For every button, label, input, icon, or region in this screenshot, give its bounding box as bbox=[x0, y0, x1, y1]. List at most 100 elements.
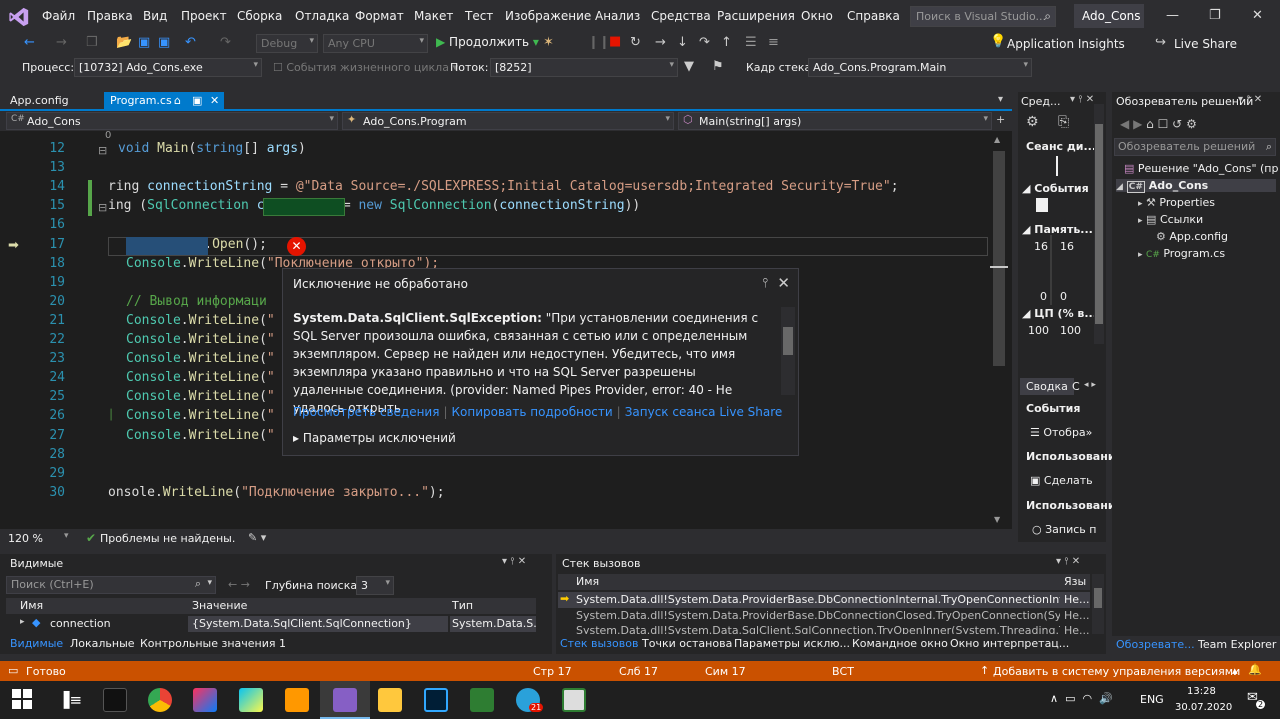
search-depth-select[interactable]: 3 ▾ bbox=[356, 576, 394, 595]
step-into-icon[interactable]: ↓ bbox=[677, 35, 688, 50]
col-name[interactable]: Имя bbox=[576, 575, 599, 588]
wifi-icon[interactable]: ◠ bbox=[1082, 692, 1092, 705]
menu-build[interactable]: Сборка bbox=[237, 9, 282, 23]
thread-select[interactable]: [8252] ▾ bbox=[490, 58, 678, 77]
code-line[interactable]: Console.WriteLine(" bbox=[126, 389, 275, 404]
network-icon[interactable]: ▭ bbox=[1065, 692, 1075, 705]
code-line[interactable]: // Вывод информаци bbox=[126, 294, 267, 309]
code-line[interactable]: ring connectionString = @"Data Source=./… bbox=[108, 179, 899, 194]
hot-reload-icon[interactable]: ✶ bbox=[543, 35, 554, 50]
code-line[interactable]: void Main(string[] args) bbox=[118, 141, 306, 156]
table-row[interactable]: System.Data.dll!System.Data.ProviderBase… bbox=[558, 608, 1090, 624]
code-line[interactable]: Console.WriteLine(" bbox=[126, 370, 275, 385]
exception-scrollbar[interactable] bbox=[781, 307, 795, 395]
events-section[interactable]: ◢ События bbox=[1022, 182, 1089, 195]
restart-icon[interactable]: ↻ bbox=[630, 35, 641, 50]
restore-icon[interactable]: ❐ bbox=[1209, 8, 1221, 23]
panel-menu-icon[interactable]: ▾ ⫯ ✕ bbox=[502, 556, 526, 567]
scroll-thumb[interactable] bbox=[993, 151, 1005, 366]
app-insights-icon[interactable]: 💡 bbox=[990, 34, 1006, 49]
close-icon[interactable]: ✕ bbox=[777, 274, 790, 292]
new-project-icon[interactable]: ❒ bbox=[86, 35, 98, 50]
tab-solution-explorer[interactable]: Обозревате... bbox=[1116, 638, 1195, 651]
minimize-icon[interactable]: — bbox=[1166, 8, 1179, 23]
solution-search-input[interactable]: Обозреватель решений ⌕ bbox=[1114, 138, 1276, 156]
file-explorer-app-icon[interactable] bbox=[378, 688, 402, 712]
continue-button[interactable]: ▶ Продолжить ▾ bbox=[436, 35, 539, 49]
chevron-up-icon[interactable]: ▴ bbox=[1232, 664, 1238, 677]
photoshop-app-icon[interactable] bbox=[424, 688, 448, 712]
scroll-up-icon[interactable]: ▲ bbox=[994, 135, 1000, 144]
menu-image[interactable]: Изображение bbox=[505, 9, 591, 23]
platform-select[interactable]: Any CPU ▾ bbox=[323, 34, 428, 53]
code-line[interactable]: Console.WriteLine(" bbox=[126, 408, 275, 423]
take-snapshot-button[interactable]: ▣ Сделать bbox=[1030, 474, 1093, 487]
table-row[interactable]: ▸ ◆ connection {System.Data.SqlClient.Sq… bbox=[6, 616, 536, 632]
app-insights-button[interactable]: Application Insights bbox=[1007, 37, 1125, 51]
redo-icon[interactable]: ↷ bbox=[220, 35, 231, 50]
config-select[interactable]: Debug ▾ bbox=[256, 34, 318, 53]
brush-icon[interactable]: ✎ ▾ bbox=[248, 531, 266, 544]
tab-scroll-icon[interactable]: ◂ ▸ bbox=[1084, 380, 1096, 390]
scroll-thumb[interactable] bbox=[1094, 588, 1102, 608]
tray-icons[interactable]: ∧ ▭ ◠ 🔊 bbox=[1050, 692, 1113, 705]
zoom-select[interactable]: 120 % bbox=[8, 532, 43, 545]
close-icon[interactable]: ✕ bbox=[1252, 8, 1263, 23]
tab-watch[interactable]: Контрольные значения 1 bbox=[140, 637, 286, 650]
clock-time[interactable]: 13:28 bbox=[1187, 686, 1216, 697]
code-line[interactable]: ing (SqlConnection connection = new SqlC… bbox=[108, 198, 640, 213]
settings-icon[interactable]: ⚙ bbox=[1026, 114, 1039, 130]
tree-properties[interactable]: ▸ ⚒ Properties bbox=[1138, 196, 1215, 209]
tree-solution[interactable]: ▤ Решение "Ado_Cons" (пр bbox=[1124, 162, 1278, 175]
clock-date[interactable]: 30.07.2020 bbox=[1175, 702, 1232, 713]
tab-autos[interactable]: Видимые bbox=[10, 637, 63, 650]
exception-settings-expander[interactable]: ▸ Параметры исключений bbox=[293, 431, 456, 445]
code-line[interactable]: Console.WriteLine(" bbox=[126, 428, 275, 443]
tab-program-cs[interactable]: Program.cs ⌂ ▣ ✕ bbox=[104, 92, 224, 110]
menu-file[interactable]: Файл bbox=[42, 9, 75, 23]
menu-layout[interactable]: Макет bbox=[414, 9, 453, 23]
app-icon[interactable] bbox=[562, 688, 586, 712]
windows-start-icon[interactable] bbox=[12, 689, 34, 711]
live-share-icon[interactable]: ↪ bbox=[1155, 35, 1166, 50]
code-line[interactable]: Console.WriteLine(" bbox=[126, 351, 275, 366]
panel-menu-icon[interactable]: ▾ ⫯ ✕ bbox=[1070, 94, 1094, 105]
switch-views-icon[interactable]: ☐ bbox=[1158, 117, 1169, 131]
member-select[interactable]: ⬡ Main(string[] args) ▾ bbox=[678, 112, 992, 130]
search-input[interactable]: Поиск в Visual Studio... ⌕ bbox=[910, 6, 1056, 27]
menu-help[interactable]: Справка bbox=[847, 9, 900, 23]
menu-window[interactable]: Окно bbox=[801, 9, 833, 23]
tree-references[interactable]: ▸ ▤ Ссылки bbox=[1138, 213, 1203, 226]
back-icon[interactable]: ◀ bbox=[1120, 117, 1129, 131]
scroll-thumb[interactable] bbox=[1095, 124, 1103, 324]
pause-icon[interactable]: ❙❙ bbox=[588, 35, 610, 50]
panel-menu-icon[interactable]: ▾ ⫯ ✕ bbox=[1056, 556, 1080, 567]
col-language[interactable]: Язы bbox=[1064, 575, 1086, 588]
tab-breakpoints[interactable]: Точки останова bbox=[642, 637, 732, 650]
split-editor-icon[interactable]: + bbox=[996, 113, 1005, 126]
input-language[interactable]: ENG bbox=[1140, 693, 1164, 706]
menu-debug[interactable]: Отладка bbox=[295, 9, 349, 23]
stack-frame-select[interactable]: Ado_Cons.Program.Main ▾ bbox=[808, 58, 1032, 77]
menu-analyze[interactable]: Анализ bbox=[595, 9, 640, 23]
pin-icon[interactable]: ⫯ bbox=[762, 276, 768, 291]
problems-status[interactable]: Проблемы не найдены. bbox=[100, 532, 235, 545]
show-events-button[interactable]: ☰ Отобра» bbox=[1030, 426, 1092, 439]
tree-project[interactable]: ◢ C# Ado_Cons bbox=[1116, 179, 1276, 193]
forward-icon[interactable]: → bbox=[56, 35, 67, 50]
start-live-share-link[interactable]: Запуск сеанса Live Share bbox=[625, 405, 783, 419]
code-line[interactable]: onsole.WriteLine("Подключение закрыто...… bbox=[108, 485, 445, 500]
expand-icon[interactable]: ▸ bbox=[20, 617, 25, 627]
tree-program-cs[interactable]: ▸ C# Program.cs bbox=[1138, 247, 1225, 260]
open-folder-icon[interactable]: 📂 bbox=[116, 35, 132, 50]
tab-app-config[interactable]: App.config bbox=[4, 92, 75, 110]
view-details-link[interactable]: Просмотреть сведения bbox=[293, 405, 439, 419]
record-profile-button[interactable]: ○ Запись п bbox=[1032, 523, 1096, 536]
scroll-down-icon[interactable]: ▼ bbox=[994, 515, 1000, 524]
collapse-icon[interactable]: ⊟ bbox=[98, 201, 107, 214]
pin-icon[interactable]: ▣ bbox=[192, 94, 202, 107]
undo-icon[interactable]: ↶ bbox=[185, 35, 196, 50]
editor-vertical-scrollbar[interactable]: ▲ ▼ bbox=[990, 131, 1008, 529]
class-select[interactable]: ✦ Ado_Cons.Program ▾ bbox=[342, 112, 674, 130]
bookmark-icon[interactable]: ☰ bbox=[745, 35, 757, 50]
